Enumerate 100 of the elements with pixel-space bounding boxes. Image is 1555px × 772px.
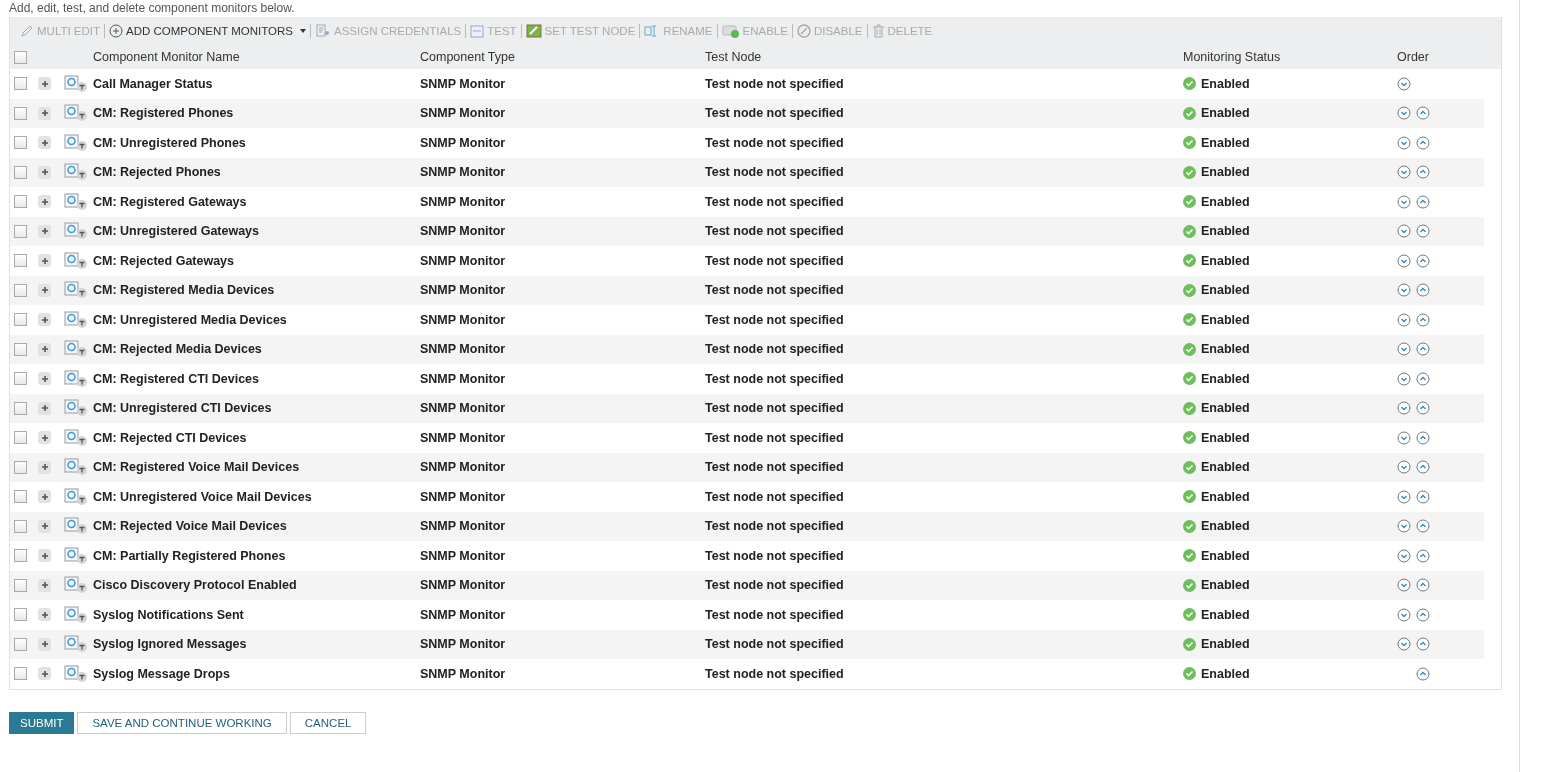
row-checkbox[interactable]: [14, 195, 27, 209]
row-checkbox[interactable]: [14, 342, 27, 356]
row-checkbox[interactable]: [14, 519, 27, 533]
move-up-button[interactable]: [1416, 106, 1430, 121]
expand-button[interactable]: [38, 106, 51, 120]
move-up-button[interactable]: [1416, 460, 1430, 475]
expand-button[interactable]: [38, 77, 51, 91]
move-down-button[interactable]: [1397, 460, 1411, 475]
expand-button[interactable]: [38, 254, 51, 268]
move-down-button[interactable]: [1397, 224, 1411, 239]
move-down-button[interactable]: [1397, 135, 1411, 150]
move-up-button[interactable]: [1416, 283, 1430, 298]
expand-button[interactable]: [38, 165, 51, 179]
row-checkbox[interactable]: [14, 254, 27, 268]
move-down-button[interactable]: [1397, 489, 1411, 504]
move-up-button[interactable]: [1416, 253, 1430, 268]
monitor-name: CM: Registered Phones: [93, 106, 235, 121]
component-type: SNMP Monitor: [420, 607, 507, 622]
row-checkbox[interactable]: [14, 637, 27, 651]
expand-button[interactable]: [38, 519, 51, 533]
row-checkbox[interactable]: [14, 578, 27, 592]
expand-button[interactable]: [38, 342, 51, 356]
expand-button[interactable]: [38, 549, 51, 563]
row-checkbox[interactable]: [14, 224, 27, 238]
monitor-name: Call Manager Status: [93, 76, 214, 91]
monitor-name: Syslog Ignored Messages: [93, 637, 248, 652]
move-down-button[interactable]: [1397, 253, 1411, 268]
expand-button[interactable]: [38, 431, 51, 445]
move-up-button[interactable]: [1416, 401, 1430, 416]
move-down-button[interactable]: [1397, 106, 1411, 121]
form-button[interactable]: CANCEL: [289, 711, 367, 734]
monitor-icon: [64, 369, 88, 388]
move-up-button[interactable]: [1416, 371, 1430, 386]
form-button[interactable]: SUBMIT: [9, 711, 75, 734]
row-checkbox[interactable]: [14, 372, 27, 386]
expand-button[interactable]: [38, 401, 51, 415]
move-up-button[interactable]: [1416, 224, 1430, 239]
move-up-button[interactable]: [1416, 430, 1430, 445]
check-icon: [1183, 342, 1196, 356]
move-down-button[interactable]: [1397, 548, 1411, 563]
move-down-button[interactable]: [1397, 637, 1411, 652]
expand-button[interactable]: [38, 195, 51, 209]
expand-button[interactable]: [38, 637, 51, 651]
move-down-button[interactable]: [1397, 430, 1411, 445]
add-toolbar-button[interactable]: ADD COMPONENT MONITORS: [105, 24, 311, 38]
move-up-button[interactable]: [1416, 607, 1430, 622]
status-text: Enabled: [1201, 165, 1250, 180]
row-checkbox[interactable]: [14, 165, 27, 179]
move-down-button[interactable]: [1397, 371, 1411, 386]
row-checkbox[interactable]: [14, 313, 27, 327]
move-down-button[interactable]: [1397, 312, 1411, 327]
move-up-button[interactable]: [1416, 666, 1430, 681]
row-checkbox[interactable]: [14, 549, 27, 563]
expand-button[interactable]: [38, 224, 51, 238]
move-up-button[interactable]: [1416, 578, 1430, 593]
move-down-button[interactable]: [1397, 194, 1411, 209]
row-checkbox[interactable]: [14, 431, 27, 445]
expand-button[interactable]: [38, 136, 51, 150]
move-up-button[interactable]: [1416, 342, 1430, 357]
form-button[interactable]: SAVE AND CONTINUE WORKING: [77, 711, 287, 734]
expand-button[interactable]: [38, 372, 51, 386]
move-down-button[interactable]: [1397, 76, 1411, 91]
move-down-button[interactable]: [1397, 519, 1411, 534]
monitor-name: Cisco Discovery Protocol Enabled: [93, 578, 298, 593]
move-down-button[interactable]: [1397, 283, 1411, 298]
expand-button[interactable]: [38, 283, 51, 297]
expand-button[interactable]: [38, 608, 51, 622]
status-text: Enabled: [1201, 519, 1250, 534]
row-checkbox[interactable]: [14, 106, 27, 120]
expand-button[interactable]: [38, 578, 51, 592]
row-checkbox[interactable]: [14, 401, 27, 415]
expand-button[interactable]: [38, 667, 51, 681]
move-up-button[interactable]: [1416, 135, 1430, 150]
move-down-button[interactable]: [1397, 401, 1411, 416]
row-checkbox[interactable]: [14, 136, 27, 150]
move-down-button[interactable]: [1397, 578, 1411, 593]
move-up-button[interactable]: [1416, 165, 1430, 180]
move-up-button[interactable]: [1416, 489, 1430, 504]
expand-button[interactable]: [38, 490, 51, 504]
move-up-button[interactable]: [1416, 548, 1430, 563]
move-up-button[interactable]: [1416, 637, 1430, 652]
document-icon: [315, 24, 332, 38]
expand-button[interactable]: [38, 313, 51, 327]
row-checkbox[interactable]: [14, 667, 27, 681]
row-checkbox[interactable]: [14, 608, 27, 622]
select-all-checkbox[interactable]: [14, 50, 27, 64]
row-checkbox[interactable]: [14, 283, 27, 297]
column-header: Component Monitor Name: [93, 50, 241, 64]
move-up-button[interactable]: [1416, 312, 1430, 327]
expand-button[interactable]: [38, 460, 51, 474]
move-up-button[interactable]: [1416, 519, 1430, 534]
move-down-button[interactable]: [1397, 342, 1411, 357]
row-checkbox[interactable]: [14, 490, 27, 504]
move-down-button[interactable]: [1397, 607, 1411, 622]
move-down-button[interactable]: [1397, 165, 1411, 180]
component-type: SNMP Monitor: [420, 76, 507, 91]
row-checkbox[interactable]: [14, 460, 27, 474]
row-checkbox[interactable]: [14, 77, 27, 91]
move-up-button[interactable]: [1416, 194, 1430, 209]
plus-icon: [40, 669, 49, 678]
